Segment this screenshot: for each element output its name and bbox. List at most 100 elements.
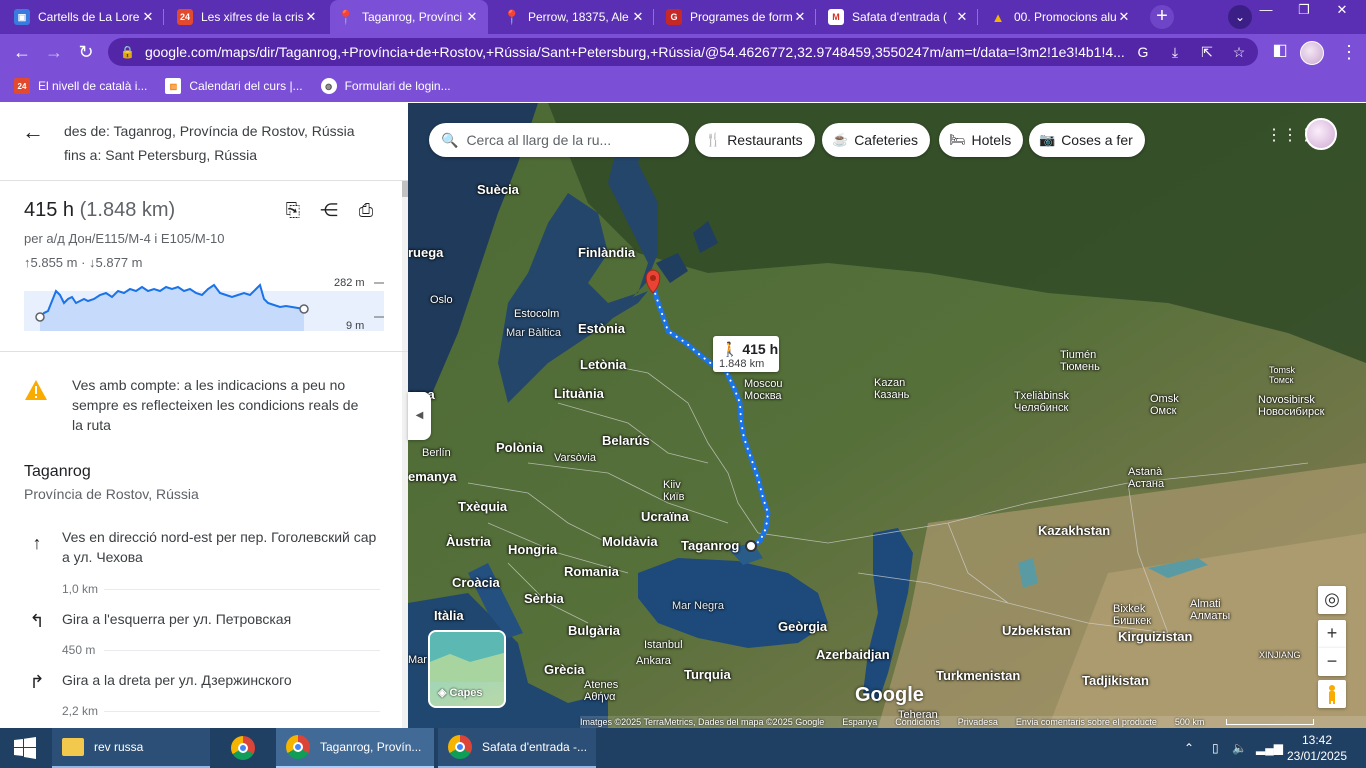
distance-text: (1.848 km) xyxy=(79,199,176,221)
chip-coses-a-fer[interactable]: 📷 Coses a fer xyxy=(1029,123,1145,157)
close-icon[interactable]: ✕ xyxy=(630,9,646,25)
close-icon[interactable]: ✕ xyxy=(954,9,970,25)
map-label-taganrog[interactable]: Taganrog xyxy=(681,538,739,553)
profile-avatar[interactable] xyxy=(1300,41,1324,65)
fork-knife-icon: 🍴 xyxy=(705,132,722,147)
destination-pin-icon[interactable] xyxy=(645,269,661,294)
coffee-icon: ☕ xyxy=(832,132,849,147)
zoom-out-button[interactable]: − xyxy=(1318,648,1346,676)
side-panel-icon[interactable]: ◧ xyxy=(1268,40,1292,60)
city-name: Novosibirsk xyxy=(1258,394,1315,406)
system-clock[interactable]: 13:42 23/01/2025 xyxy=(1282,732,1352,764)
zoom-in-button[interactable]: + xyxy=(1318,620,1346,648)
taskbar-label: Safata d'entrada -... xyxy=(482,740,588,754)
reload-button[interactable]: ↻ xyxy=(74,40,98,64)
chip-restaurants[interactable]: 🍴 Restaurants xyxy=(695,123,815,157)
address-bar[interactable]: 🔒 google.com/maps/dir/Taganrog,+Provínci… xyxy=(108,38,1258,66)
map-label: Itàlia xyxy=(434,608,464,623)
back-button[interactable]: ← xyxy=(10,40,34,64)
close-window-button[interactable]: ✕ xyxy=(1322,0,1362,22)
restore-button[interactable]: ❐ xyxy=(1284,0,1324,22)
tray-chevron-icon[interactable]: ⌃ xyxy=(1184,728,1194,768)
tab-gmail[interactable]: M Safata d'entrada ( ✕ xyxy=(820,0,978,34)
map-label-tomsk: Tomsk Томск xyxy=(1269,365,1295,385)
tab-xifres[interactable]: 24 Les xifres de la cris ✕ xyxy=(169,0,327,34)
privacy-link[interactable]: Privadesa xyxy=(958,717,998,727)
bookmark-item[interactable]: ▥ Calendari del curs |... xyxy=(165,78,303,94)
close-icon[interactable]: ✕ xyxy=(792,9,808,25)
layers-preview xyxy=(430,632,504,682)
attribution-text: Imatges ©2025 TerraMetrics, Dades del ma… xyxy=(580,717,825,727)
tab-strip: ▣ Cartells de La Lore ✕ 24 Les xifres de… xyxy=(0,0,1366,34)
google-icon[interactable]: G xyxy=(1134,43,1152,61)
share-icon[interactable]: ⋲ xyxy=(317,200,341,224)
map-label: Geòrgia xyxy=(778,619,828,634)
start-point xyxy=(35,312,45,322)
route-tooltip[interactable]: 🚶 415 h 1.848 km xyxy=(713,336,779,372)
map-label-novosibirsk: Novosibirsk Новосибирск xyxy=(1258,394,1324,418)
close-icon[interactable]: ✕ xyxy=(464,9,480,25)
scale-indicator[interactable]: 500 km xyxy=(1175,717,1333,727)
close-icon[interactable]: ✕ xyxy=(1116,9,1132,25)
tab-perrow[interactable]: 📍 Perrow, 18375, Ale ✕ xyxy=(496,0,654,34)
windows-start-button[interactable] xyxy=(0,728,50,768)
bookmark-star-icon[interactable]: ☆ xyxy=(1230,43,1248,61)
forward-button[interactable]: → xyxy=(42,40,66,64)
tab-taganrog[interactable]: 📍 Taganrog, Provínci ✕ xyxy=(330,0,488,34)
search-along-route-input[interactable]: 🔍 Cerca al llarg de la ru... xyxy=(429,123,689,157)
install-icon[interactable]: ⤓ xyxy=(1166,43,1184,61)
origin-subtitle: Província de Rostov, Rússia xyxy=(24,486,199,502)
route-endpoints[interactable]: des de: Taganrog, Província de Rostov, R… xyxy=(64,119,355,167)
calendar-icon: ▥ xyxy=(165,78,182,94)
step-distance: 1,0 km xyxy=(62,582,99,596)
new-tab-button[interactable]: + xyxy=(1150,5,1174,29)
satellite-map[interactable]: Suècia Finlàndia ruega Oslo Estocolm Mar… xyxy=(408,103,1366,728)
print-icon[interactable]: ⎙ xyxy=(354,200,378,224)
turn-left-icon: ↰ xyxy=(29,611,45,631)
origin-marker[interactable] xyxy=(745,540,757,552)
account-avatar[interactable] xyxy=(1305,118,1337,150)
minimize-button[interactable]: — xyxy=(1246,0,1286,22)
map-label: Uzbekistan xyxy=(1002,623,1071,638)
chip-hotels[interactable]: 🛏 Hotels xyxy=(939,123,1024,157)
pegman-icon[interactable] xyxy=(1318,680,1346,708)
my-location-button[interactable]: ◎ xyxy=(1318,586,1346,614)
map-label: Moldàvia xyxy=(602,534,658,549)
terms-link[interactable]: Condicions xyxy=(895,717,940,727)
tab-cartells[interactable]: ▣ Cartells de La Lore ✕ xyxy=(6,0,164,34)
send-to-phone-icon[interactable]: ⎘ xyxy=(281,200,305,224)
tab-promocions[interactable]: ▲ 00. Promocions alu ✕ xyxy=(982,0,1140,34)
bookmark-item[interactable]: 24 El nivell de català i... xyxy=(14,78,147,94)
chip-cafeteries[interactable]: ☕ Cafeteries xyxy=(822,123,930,157)
map-label: Romania xyxy=(564,564,619,579)
network-icon[interactable]: ▂▄▆ xyxy=(1256,728,1283,768)
share-icon[interactable]: ⇱ xyxy=(1198,43,1216,61)
warning-icon xyxy=(25,380,47,400)
close-icon[interactable]: ✕ xyxy=(140,9,156,25)
battery-icon[interactable]: ▯ xyxy=(1212,728,1219,768)
bookmark-item[interactable]: ◍ Formulari de login... xyxy=(320,78,451,94)
turn-right-icon: ↱ xyxy=(29,672,45,692)
layers-button[interactable]: ◈ Capes xyxy=(428,630,506,708)
google-logo: Google xyxy=(855,684,924,706)
close-icon[interactable]: ✕ xyxy=(303,9,319,25)
google-apps-icon[interactable]: ⋮⋮⋮ xyxy=(1266,125,1314,145)
tab-programes[interactable]: G Programes de form ✕ xyxy=(658,0,816,34)
taskbar-chrome-gmail[interactable]: Safata d'entrada -... xyxy=(438,728,596,768)
taskbar-chrome[interactable] xyxy=(218,728,268,768)
map-label-omsk: Omsk Омск xyxy=(1150,393,1179,417)
taskbar-folder[interactable]: rev russa xyxy=(52,728,210,768)
tab-title: Perrow, 18375, Ale xyxy=(528,10,629,24)
map-label: Kazakhstan xyxy=(1038,523,1111,538)
map-label: Croàcia xyxy=(452,575,500,590)
taskbar-chrome-taganrog[interactable]: Taganrog, Provín... xyxy=(276,728,434,768)
collapse-panel-button[interactable]: ◀ xyxy=(408,392,431,440)
more-menu-icon[interactable]: ⋮ xyxy=(1340,42,1358,63)
volume-icon[interactable]: 🔈 xyxy=(1232,728,1247,768)
chip-label: Coses a fer xyxy=(1061,132,1133,148)
feedback-link[interactable]: Envia comentaris sobre el producte xyxy=(1016,717,1157,727)
back-arrow-icon[interactable]: ← xyxy=(22,119,44,145)
maps-pin-icon: 📍 xyxy=(503,8,521,25)
region-link[interactable]: Espanya xyxy=(842,717,877,727)
duration-text: 415 h xyxy=(24,199,75,221)
